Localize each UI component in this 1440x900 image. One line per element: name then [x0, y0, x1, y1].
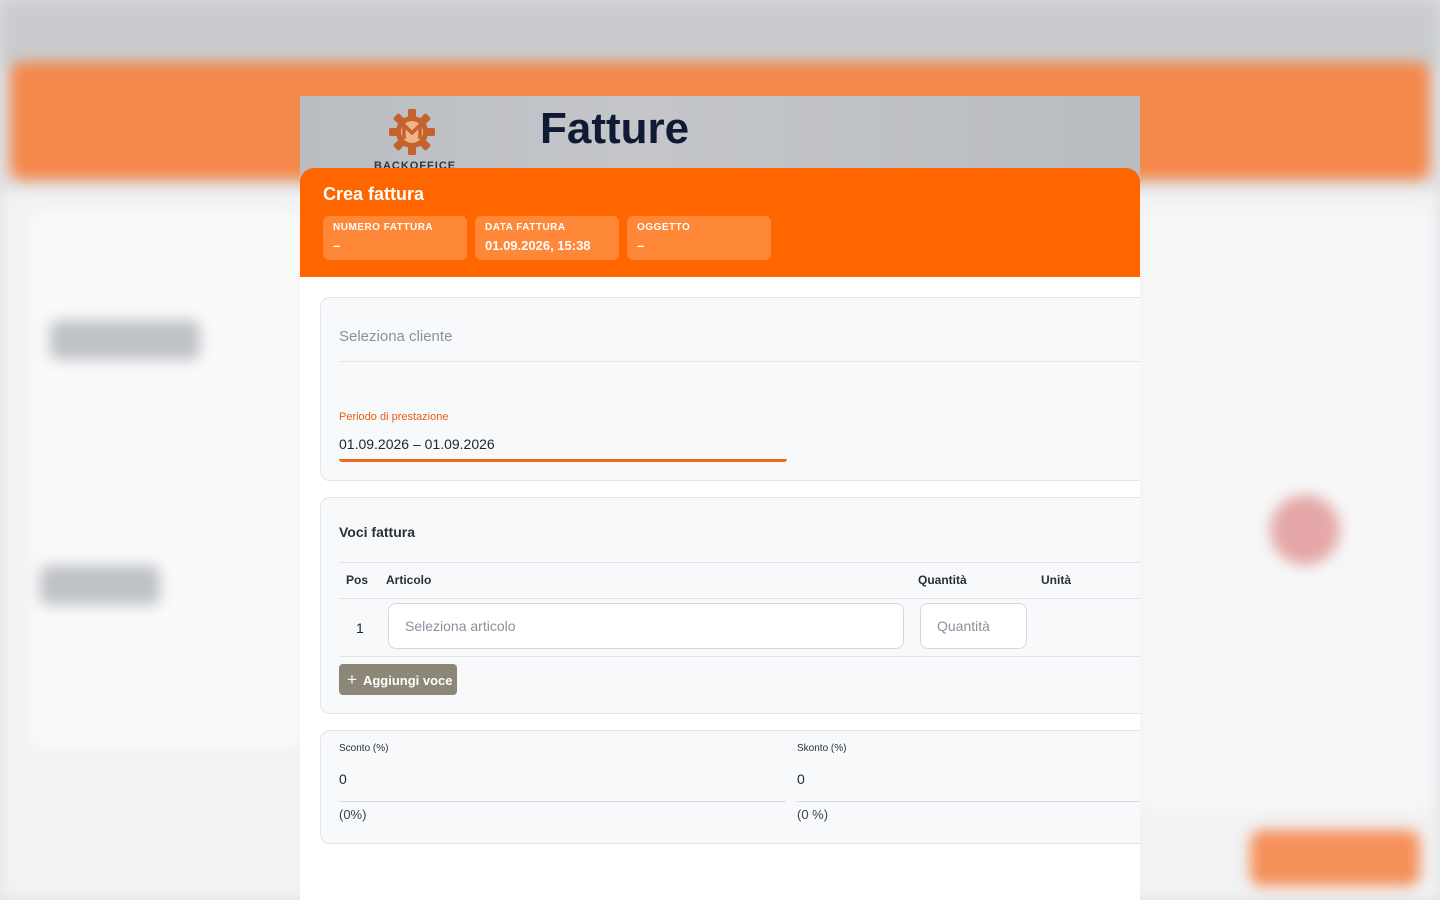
discount-label: Sconto (%): [339, 743, 389, 754]
invoice-subject-chip: OGGETTO –: [627, 216, 771, 260]
column-header-unit: Unità: [1041, 573, 1071, 587]
modal-title: Crea fattura: [323, 184, 425, 204]
column-header-pos: Pos: [346, 573, 369, 587]
client-card: Seleziona cliente Periodo di prestazione…: [320, 297, 1140, 481]
background-avatar: [1270, 495, 1340, 565]
skonto-label: Skonto (%): [797, 743, 847, 754]
gear-logo-icon: [389, 109, 435, 155]
divider: [339, 562, 1140, 563]
chip-value: –: [637, 238, 645, 253]
chip-label: DATA FATTURA: [485, 222, 566, 233]
invoice-date-chip: DATA FATTURA 01.09.2026, 15:38: [475, 216, 619, 260]
items-title: Voci fattura: [339, 524, 415, 540]
divider: [339, 598, 1140, 599]
skonto-percent: (0 %): [797, 807, 829, 822]
background-block: [40, 565, 160, 605]
page-title: Fatture: [540, 104, 690, 153]
divider: [339, 656, 1140, 657]
column-header-article: Articolo: [386, 573, 432, 587]
invoice-number-chip: NUMERO FATTURA –: [323, 216, 467, 260]
invoice-modal: BACKOFFICE Fatture Crea fattura NUMERO F…: [300, 96, 1140, 900]
chip-value: –: [333, 238, 341, 253]
discount-percent: (0%): [339, 807, 367, 822]
background-block: [50, 320, 200, 360]
chip-value: 01.09.2026, 15:38: [485, 238, 591, 253]
chip-label: NUMERO FATTURA: [333, 222, 434, 233]
plus-icon: +: [347, 670, 357, 689]
column-header-quantity: Quantità: [918, 573, 967, 587]
client-select[interactable]: Seleziona cliente: [339, 328, 452, 345]
period-input[interactable]: 01.09.2026 – 01.09.2026: [339, 436, 495, 452]
divider: [797, 801, 1140, 802]
row-position: 1: [356, 620, 364, 636]
period-label: Periodo di prestazione: [339, 411, 449, 423]
add-item-button[interactable]: + Aggiungi voce: [339, 664, 457, 695]
discount-input[interactable]: 0: [339, 771, 347, 787]
background-button: [1250, 830, 1420, 886]
quantity-input[interactable]: Quantità: [920, 603, 1027, 649]
period-focus-underline: [339, 459, 787, 462]
chip-label: OGGETTO: [637, 222, 691, 233]
discount-card: Sconto (%) 0 (0%) Skonto (%) 0 (0 %): [320, 730, 1140, 844]
modal-header: Crea fattura NUMERO FATTURA – DATA FATTU…: [300, 168, 1140, 277]
invoice-items-card: Voci fattura Pos Articolo Quantità Unità…: [320, 497, 1140, 714]
background-left-panel: [30, 210, 300, 750]
background-topbar: [0, 0, 1440, 70]
divider: [339, 361, 1140, 362]
add-item-label: Aggiungi voce: [362, 673, 453, 688]
divider: [339, 801, 786, 802]
skonto-input[interactable]: 0: [797, 771, 805, 787]
article-select[interactable]: Seleziona articolo: [388, 603, 904, 649]
